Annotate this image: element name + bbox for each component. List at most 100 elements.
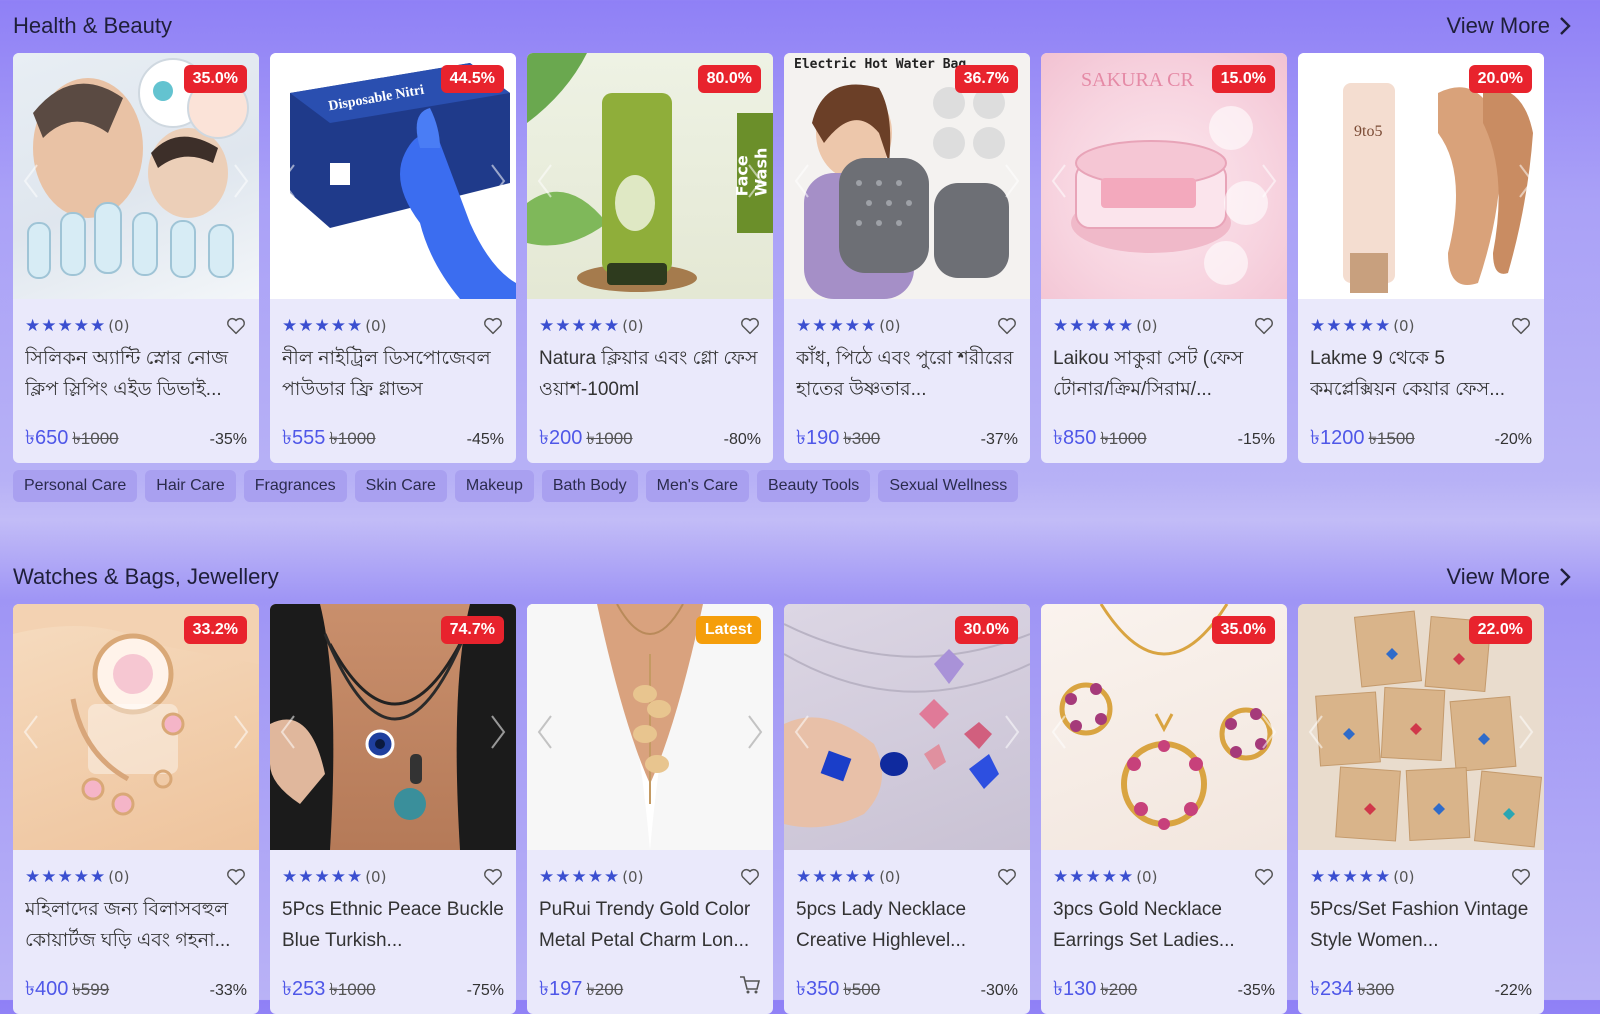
rating-row: ★★★★★ (0): [282, 864, 504, 890]
chevron-left-icon[interactable]: [533, 161, 557, 201]
heart-icon[interactable]: [996, 866, 1018, 888]
chevron-right-icon: [1560, 17, 1571, 35]
chevron-right-icon[interactable]: [743, 712, 767, 752]
chip-mens-care[interactable]: Men's Care: [645, 470, 749, 502]
star-icon: ★★★★★ (0): [1310, 867, 1415, 887]
product-image[interactable]: Disposable Nitri 44.5%: [270, 53, 516, 299]
product-card[interactable]: 33.2% ★★★★★ (0) মহিলাদের জন্য বিলাসবহুল ক…: [13, 604, 259, 1014]
prices: ৳190 ৳300: [796, 423, 880, 456]
original-price: ৳1000: [72, 429, 119, 448]
chevron-left-icon[interactable]: [276, 161, 300, 201]
product-title[interactable]: নীল নাইট্রিল ডিসপোজেবল পাউডার ফ্রি গ্লাভ…: [282, 343, 504, 405]
sale-price: ৳130: [1053, 978, 1097, 1000]
product-image[interactable]: 35.0%: [1041, 604, 1287, 850]
chip-fragrances[interactable]: Fragrances: [243, 470, 347, 502]
product-image[interactable]: SAKURA CR 15.0%: [1041, 53, 1287, 299]
view-more-link[interactable]: View More: [1446, 13, 1572, 39]
product-title[interactable]: Laikou সাকুরা সেট (ফেস টোনার/ক্রিম/সিরাম…: [1053, 343, 1275, 405]
heart-icon[interactable]: [1253, 866, 1275, 888]
sale-price: ৳234: [1310, 978, 1354, 1000]
chevron-right-icon[interactable]: [743, 161, 767, 201]
product-title[interactable]: 5pcs Lady Necklace Creative Highlevel...: [796, 894, 1018, 956]
product-image[interactable]: 30.0%: [784, 604, 1030, 850]
product-image[interactable]: Face Wash 80.0%: [527, 53, 773, 299]
product-title[interactable]: 5Pcs Ethnic Peace Buckle Blue Turkish...: [282, 894, 504, 956]
product-title[interactable]: 3pcs Gold Necklace Earrings Set Ladies..…: [1053, 894, 1275, 956]
product-title[interactable]: 5Pcs/Set Fashion Vintage Style Women...: [1310, 894, 1532, 956]
product-card[interactable]: 74.7% ★★★★★ (0) 5Pcs Ethnic Peace Buckle …: [270, 604, 516, 1014]
chevron-left-icon[interactable]: [1047, 161, 1071, 201]
product-card[interactable]: SAKURA CR 15.0% ★★★★★ (0) Laikou সাকুরা স…: [1041, 53, 1287, 463]
product-card[interactable]: 35.0% ★★★★★ (0) 3pcs Gold Necklace Earrin…: [1041, 604, 1287, 1014]
product-card[interactable]: Disposable Nitri 44.5% ★★★★★ (0) নীল নাইট…: [270, 53, 516, 463]
heart-icon[interactable]: [996, 315, 1018, 337]
product-title[interactable]: সিলিকন অ্যান্টি স্নোর নোজ ক্লিপ স্লিপিং …: [25, 343, 247, 405]
prices: ৳650 ৳1000: [25, 423, 119, 456]
chevron-left-icon[interactable]: [1304, 712, 1328, 752]
product-card[interactable]: Latest ★★★★★ (0) PuRui Trendy Gold Color …: [527, 604, 773, 1014]
chip-skin-care[interactable]: Skin Care: [354, 470, 447, 502]
heart-icon[interactable]: [225, 315, 247, 337]
product-image[interactable]: 22.0%: [1298, 604, 1544, 850]
heart-icon[interactable]: [1510, 866, 1532, 888]
chevron-left-icon[interactable]: [533, 712, 557, 752]
review-count: (0): [365, 868, 387, 886]
rating-row: ★★★★★ (0): [1053, 313, 1275, 339]
chip-beauty-tools[interactable]: Beauty Tools: [756, 470, 871, 502]
chevron-right-icon[interactable]: [1514, 712, 1538, 752]
chevron-right-icon[interactable]: [1514, 161, 1538, 201]
chevron-left-icon[interactable]: [790, 161, 814, 201]
chevron-right-icon[interactable]: [1257, 712, 1281, 752]
chevron-left-icon[interactable]: [19, 161, 43, 201]
product-image[interactable]: 35.0%: [13, 53, 259, 299]
chip-hair-care[interactable]: Hair Care: [145, 470, 236, 502]
heart-icon[interactable]: [739, 866, 761, 888]
product-card[interactable]: 30.0% ★★★★★ (0) 5pcs Lady Necklace Creati…: [784, 604, 1030, 1014]
original-price: ৳200: [586, 980, 624, 999]
heart-icon[interactable]: [482, 866, 504, 888]
product-title[interactable]: কাঁধ, পিঠে এবং পুরো শরীরের হাতের উষ্ণতার…: [796, 343, 1018, 405]
product-card[interactable]: 9to5 20.0% ★★★★★ (0) Lakme 9 থেকে 5 কমপ্ল…: [1298, 53, 1544, 463]
heart-icon[interactable]: [1510, 315, 1532, 337]
product-image[interactable]: 9to5 20.0%: [1298, 53, 1544, 299]
product-image[interactable]: 74.7%: [270, 604, 516, 850]
product-carousel: 33.2% ★★★★★ (0) মহিলাদের জন্য বিলাসবহুল ক…: [13, 604, 1544, 1014]
chip-sexual-wellness[interactable]: Sexual Wellness: [878, 470, 1019, 502]
chevron-left-icon[interactable]: [1304, 161, 1328, 201]
chevron-right-icon[interactable]: [1000, 712, 1024, 752]
product-card[interactable]: 22.0% ★★★★★ (0) 5Pcs/Set Fashion Vintage …: [1298, 604, 1544, 1014]
chevron-right-icon[interactable]: [229, 161, 253, 201]
product-card[interactable]: 35.0% ★★★★★ (0) সিলিকন অ্যান্টি স্নোর নোজ…: [13, 53, 259, 463]
product-image-caption: SAKURA CR: [1081, 69, 1194, 91]
product-card[interactable]: Face Wash 80.0% ★★★★★ (0) Natura ক্লিয়ার…: [527, 53, 773, 463]
product-title[interactable]: Lakme 9 থেকে 5 কমপ্লেক্সিয়ন কেয়ার ফেস.…: [1310, 343, 1532, 405]
review-count: (0): [622, 868, 644, 886]
chevron-right-icon[interactable]: [1000, 161, 1024, 201]
heart-icon[interactable]: [225, 866, 247, 888]
product-card[interactable]: Electric Hot Water Bag 36.7% ★★★★★ (0) কা…: [784, 53, 1030, 463]
chevron-right-icon[interactable]: [1257, 161, 1281, 201]
chevron-left-icon[interactable]: [1047, 712, 1071, 752]
product-image[interactable]: Latest: [527, 604, 773, 850]
chevron-left-icon[interactable]: [19, 712, 43, 752]
cart-icon[interactable]: [739, 975, 761, 995]
chevron-right-icon[interactable]: [229, 712, 253, 752]
chip-bath-body[interactable]: Bath Body: [541, 470, 638, 502]
product-title[interactable]: মহিলাদের জন্য বিলাসবহুল কোয়ার্টজ ঘড়ি এ…: [25, 894, 247, 956]
view-more-link[interactable]: View More: [1446, 564, 1572, 590]
chip-personal-care[interactable]: Personal Care: [13, 470, 138, 502]
product-image[interactable]: Electric Hot Water Bag 36.7%: [784, 53, 1030, 299]
chevron-left-icon[interactable]: [790, 712, 814, 752]
product-image[interactable]: 33.2%: [13, 604, 259, 850]
heart-icon[interactable]: [739, 315, 761, 337]
chevron-right-icon[interactable]: [486, 712, 510, 752]
product-title[interactable]: PuRui Trendy Gold Color Metal Petal Char…: [539, 894, 761, 956]
chevron-left-icon[interactable]: [276, 712, 300, 752]
sale-price: ৳400: [25, 978, 69, 1000]
discount-badge: 15.0%: [1211, 65, 1275, 93]
heart-icon[interactable]: [482, 315, 504, 337]
chip-makeup[interactable]: Makeup: [454, 470, 534, 502]
heart-icon[interactable]: [1253, 315, 1275, 337]
chevron-right-icon[interactable]: [486, 161, 510, 201]
product-title[interactable]: Natura ক্লিয়ার এবং গ্লো ফেস ওয়াশ-100ml: [539, 343, 761, 405]
